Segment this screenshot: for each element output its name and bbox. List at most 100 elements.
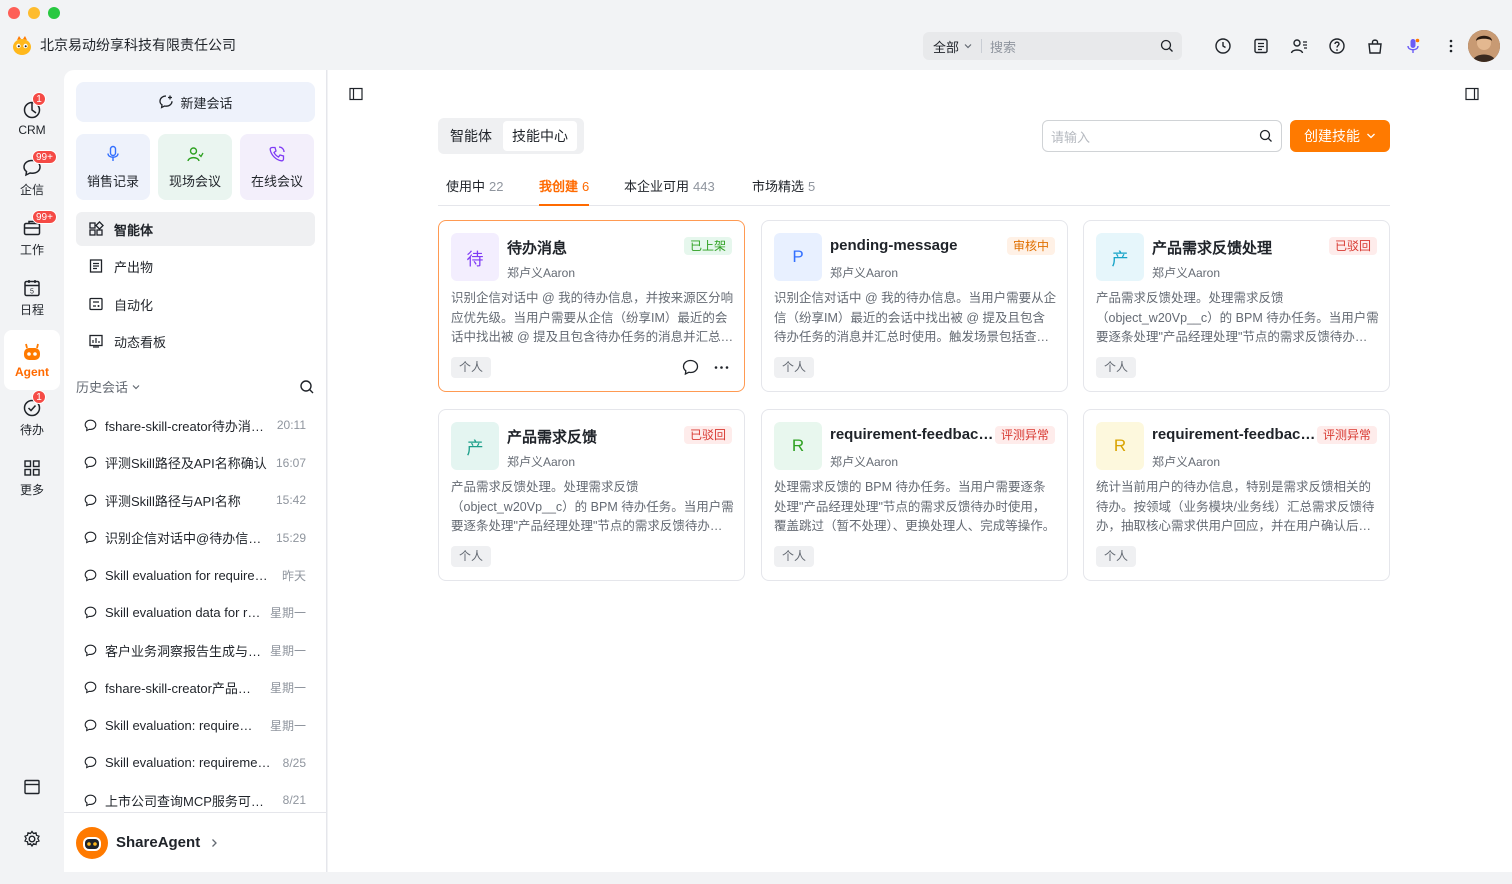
global-search[interactable]: 全部 搜索 <box>923 32 1182 60</box>
skill-card[interactable]: Rrequirement-feedback-handler 郑卢义Aaron 评测异… <box>761 409 1068 581</box>
skill-description: 识别企信对话中 @ 我的待办信息，并按来源区分响应优先级。当用户需要从企信（纷享… <box>451 291 734 344</box>
search-icon[interactable] <box>1160 39 1182 53</box>
rail-item-more[interactable]: 更多 <box>4 450 60 506</box>
skill-name: pending-message <box>830 237 958 254</box>
history-item[interactable]: fshare-skill-creator产品需求反馈星期一 <box>84 673 306 703</box>
tab-market[interactable]: 市场精选 5 <box>752 176 815 206</box>
history-item[interactable]: Skill evaluation for requirement feedbac… <box>84 560 306 590</box>
scope-tag: 个人 <box>774 357 815 378</box>
company-switcher[interactable]: 北京易动纷享科技有限责任公司 <box>12 34 236 56</box>
create-skill-button[interactable]: 创建技能 <box>1290 120 1390 152</box>
chat-bubble-icon <box>84 756 97 769</box>
help-icon[interactable] <box>1318 34 1356 58</box>
history-item[interactable]: 评测Skill路径与API名称 15:42 <box>84 485 306 515</box>
nav-item-automation[interactable]: 自动化 <box>76 287 315 321</box>
nav-item-dashboard[interactable]: 动态看板 <box>76 324 315 358</box>
quick-onsite-meeting[interactable]: 现场会议 <box>158 134 232 200</box>
chat-bubble-icon <box>84 569 97 582</box>
tab-count: 443 <box>693 179 715 194</box>
skill-avatar: R <box>1096 422 1144 470</box>
skill-card[interactable]: Rrequirement-feedback-summary 郑卢义Aaron 评测异… <box>1083 409 1390 581</box>
skill-author: 郑卢义Aaron <box>1152 266 1221 280</box>
search-input[interactable]: 搜索 <box>982 37 1160 56</box>
rail-item-crm[interactable]: 1 CRM <box>4 90 60 146</box>
status-badge: 已驳回 <box>1328 237 1377 255</box>
tab-label: 使用中 <box>446 179 486 194</box>
clock-icon[interactable] <box>1204 34 1242 58</box>
quick-label: 现场会议 <box>168 173 221 189</box>
history-time: 昨天 <box>281 568 306 583</box>
rail-settings-button[interactable] <box>4 820 60 860</box>
history-item[interactable]: fshare-skill-creator待办消息技能创建 20:11 <box>84 410 306 440</box>
collapse-sidebar-icon[interactable] <box>349 87 363 101</box>
skill-avatar: 待 <box>451 233 499 281</box>
skill-description: 处理需求反馈的 BPM 待办任务。当用户需要逐条处理"产品经理处理"节点的需求反… <box>774 480 1056 533</box>
history-item[interactable]: Skill evaluation: requirement feedback 星期… <box>84 710 306 740</box>
bag-icon[interactable] <box>1356 34 1394 58</box>
phone-icon <box>268 145 286 163</box>
contacts-icon[interactable] <box>1280 34 1318 58</box>
search-icon[interactable] <box>1259 129 1273 143</box>
tab-count: 6 <box>582 179 590 194</box>
more-horizontal-icon[interactable] <box>713 359 730 376</box>
segment-agents[interactable]: 智能体 <box>441 121 501 151</box>
tab-in-use[interactable]: 使用中 22 <box>446 176 503 206</box>
history-item[interactable]: 客户业务洞察报告生成与分析 星期一 <box>84 635 306 665</box>
document-icon <box>88 258 104 274</box>
gear-icon <box>22 829 42 849</box>
rail-item-work[interactable]: 99+ 工作 <box>4 210 60 266</box>
skill-description: 识别企信对话中 @ 我的待办信息。当用户需要从企信（纷享IM）最近的会话中找出被… <box>774 291 1057 344</box>
toggle-right-panel-icon[interactable] <box>1465 87 1479 101</box>
chat-icon: 99+ <box>22 150 57 178</box>
close-window-button[interactable] <box>8 7 20 19</box>
more-vertical-icon[interactable] <box>1432 34 1470 58</box>
tab-my-created[interactable]: 我创建 6 <box>539 176 590 206</box>
skill-card[interactable]: 产产品需求反馈处理 郑卢义Aaron 已驳回 产品需求反馈处理。处理需求反馈（obje… <box>1083 220 1390 392</box>
quick-label: 销售记录 <box>86 173 139 189</box>
nav-label: 自动化 <box>114 297 154 313</box>
rail-item-chat[interactable]: 99+ 企信 <box>4 150 60 206</box>
shareagent-avatar <box>76 826 108 859</box>
nav-label: 产出物 <box>114 259 154 275</box>
skill-avatar: R <box>774 422 822 470</box>
history-item[interactable]: Skill evaluation data for requirement 星期一 <box>84 598 306 628</box>
rail-item-agent[interactable]: Agent <box>4 330 60 390</box>
quick-sales-record[interactable]: 销售记录 <box>76 134 150 200</box>
user-avatar[interactable] <box>1468 30 1500 62</box>
skill-card[interactable]: 待待办消息 郑卢义Aaron 已上架 识别企信对话中 @ 我的待办信息，并按来源区分响… <box>438 220 745 392</box>
rail-item-todo[interactable]: 1 待办 <box>4 390 60 446</box>
rail-label: 待办 <box>19 423 44 437</box>
rail-window-button[interactable] <box>4 768 60 808</box>
skill-card[interactable]: 产产品需求反馈 郑卢义Aaron 已驳回 产品需求反馈处理。处理需求反馈（object… <box>438 409 745 581</box>
skill-card[interactable]: Ppending-message 郑卢义Aaron 审核中 识别企信对话中 @ 我的待… <box>761 220 1068 392</box>
status-badge: 已驳回 <box>683 426 732 444</box>
history-item[interactable]: 评测Skill路径及API名称确认 16:07 <box>84 448 306 478</box>
history-item[interactable]: 上市公司查询MCP服务可用性测试 8/21 <box>84 785 306 815</box>
tab-enterprise[interactable]: 本企业可用 443 <box>624 176 715 206</box>
app-window: 北京易动纷享科技有限责任公司 全部 搜索 1 CRM 99+ 企信 99+ 工作… <box>0 0 1512 884</box>
maximize-window-button[interactable] <box>48 7 60 19</box>
dashboard-icon <box>88 333 104 349</box>
view-segmented-control: 智能体 技能中心 <box>438 118 584 154</box>
chat-icon[interactable] <box>682 359 699 376</box>
search-scope-select[interactable]: 全部 <box>923 39 983 55</box>
shareagent-footer[interactable]: ShareAgent <box>64 812 326 872</box>
history-toggle[interactable]: 历史会话 <box>76 377 141 396</box>
skill-search-input[interactable]: 请输入 <box>1042 120 1282 152</box>
nav-item-outputs[interactable]: 产出物 <box>76 249 315 283</box>
segment-skill-center[interactable]: 技能中心 <box>503 121 577 151</box>
notes-icon[interactable] <box>1242 34 1280 58</box>
new-chat-button[interactable]: 新建会话 <box>76 82 315 122</box>
history-search-icon[interactable] <box>299 379 315 395</box>
nav-item-agents[interactable]: 智能体 <box>76 212 315 246</box>
mic-icon[interactable] <box>1394 34 1432 58</box>
nav-label: 智能体 <box>114 222 154 238</box>
rail-badge: 1 <box>32 390 46 404</box>
skill-description: 产品需求反馈处理。处理需求反馈（object_w20Vp__c）的 BPM 待办… <box>451 480 734 533</box>
quick-online-meeting[interactable]: 在线会议 <box>240 134 314 200</box>
history-item[interactable]: 识别企信对话中@待办信息技能 15:29 <box>84 523 306 553</box>
history-item[interactable]: Skill evaluation: requirement feedback h… <box>84 748 306 778</box>
rail-label: 日程 <box>19 303 44 317</box>
minimize-window-button[interactable] <box>28 7 40 19</box>
rail-item-calendar[interactable]: 5 日程 <box>4 270 60 326</box>
